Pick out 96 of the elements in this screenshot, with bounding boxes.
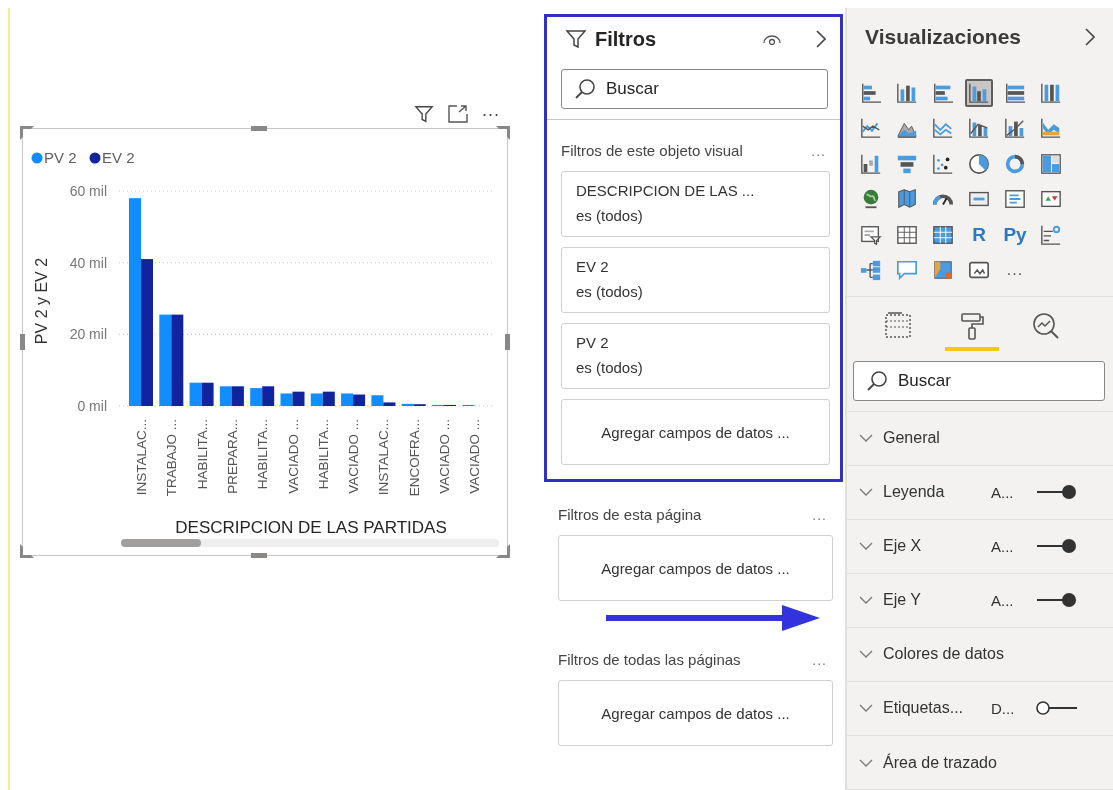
x-tick-label: HABILITA... xyxy=(315,419,331,490)
filter-condition: es (todos) xyxy=(576,359,644,376)
bar xyxy=(280,393,293,406)
resize-handle[interactable] xyxy=(20,544,34,558)
x-tick-label: ENCOFRA... xyxy=(406,419,422,497)
bar xyxy=(262,386,275,406)
chevron-down-icon xyxy=(859,596,873,605)
pane-title: Filtros xyxy=(595,27,658,51)
toggle-switch[interactable] xyxy=(1035,700,1079,717)
filter-field-name: PV 2 xyxy=(576,334,610,351)
chevron-down-icon xyxy=(859,488,873,497)
bar xyxy=(219,386,232,406)
pane-title: Visualizaciones xyxy=(865,25,1022,50)
bar xyxy=(310,393,323,406)
add-fields-drop-zone[interactable]: Agregar campos de datos ... xyxy=(558,680,833,746)
filter-card[interactable]: PV 2 es (todos) xyxy=(561,323,830,389)
x-tick-label: INSTALAC... xyxy=(134,419,149,496)
add-fields-drop-zone[interactable]: Agregar campos de datos ... xyxy=(561,399,830,465)
filter-field-name: DESCRIPCION DE LAS ... xyxy=(576,182,756,199)
more-options-button[interactable]: ... xyxy=(482,101,500,127)
scrollbar-thumb[interactable] xyxy=(121,539,201,547)
y-axis-title: PV 2 y EV 2 xyxy=(33,257,50,345)
chevron-down-icon xyxy=(859,704,873,713)
x-axis-title: DESCRIPCION DE LAS PARTIDAS xyxy=(175,518,447,537)
search-icon xyxy=(866,369,888,392)
y-tick-label: 60 mil xyxy=(69,183,107,199)
chevron-right-icon[interactable] xyxy=(816,30,826,48)
script-visual-icon[interactable]: Py xyxy=(1001,221,1029,248)
resize-handle[interactable] xyxy=(496,126,510,140)
toggle-switch[interactable] xyxy=(1035,538,1079,555)
legend-label: PV 2 xyxy=(44,149,77,166)
legend-label: EV 2 xyxy=(102,149,135,166)
section-value: A... xyxy=(991,591,1015,609)
x-tick-label: VACIADO ... xyxy=(346,419,362,494)
section-label[interactable]: Eje Y xyxy=(883,591,981,610)
x-tick-label: VACIADO ... xyxy=(467,419,483,494)
filter-condition: es (todos) xyxy=(576,207,644,224)
fields-icon xyxy=(883,310,913,341)
section-value: D... xyxy=(991,700,1016,717)
section-label[interactable]: Colores de datos xyxy=(883,645,1004,664)
section-value: A... xyxy=(991,483,1015,501)
script-visual-icon[interactable]: R xyxy=(970,221,988,248)
y-tick-label: 20 mil xyxy=(69,326,107,343)
analytics-icon xyxy=(1031,310,1061,341)
search-field[interactable]: Buscar xyxy=(561,69,828,109)
filter-icon[interactable] xyxy=(565,28,587,50)
x-tick-label: TRABAJO ... xyxy=(164,419,180,497)
resize-handle[interactable] xyxy=(496,544,510,558)
y-tick-label: 40 mil xyxy=(69,254,107,271)
search-field[interactable]: Buscar xyxy=(853,360,1105,401)
toggle-switch[interactable] xyxy=(1035,484,1079,501)
section-label[interactable]: Eje X xyxy=(883,537,981,556)
section-label[interactable]: General xyxy=(883,429,940,448)
bar xyxy=(250,388,263,406)
resize-handle[interactable] xyxy=(505,334,510,350)
add-fields-drop-zone[interactable]: Agregar campos de datos ... xyxy=(558,535,833,601)
x-tick-label: VACIADO ... xyxy=(285,419,301,494)
more-visuals-button[interactable]: ... xyxy=(1006,261,1024,280)
resize-handle[interactable] xyxy=(20,126,34,140)
x-tick-label: INSTALAC... xyxy=(376,419,392,496)
search-icon xyxy=(574,78,596,100)
filter-card[interactable]: DESCRIPCION DE LAS ... es (todos) xyxy=(561,171,830,237)
x-tick-label: VACIADO ... xyxy=(437,419,452,494)
chevron-right-icon[interactable] xyxy=(1085,28,1095,47)
resize-handle[interactable] xyxy=(251,553,267,558)
column-chart-icon[interactable] xyxy=(965,78,993,107)
x-tick-label: HABILITA... xyxy=(194,419,210,490)
resize-handle[interactable] xyxy=(20,334,25,350)
filter-card[interactable]: EV 2 es (todos) xyxy=(561,247,830,313)
x-tick-label: HABILITA... xyxy=(255,419,271,490)
resize-handle[interactable] xyxy=(251,126,267,131)
filter-condition: es (todos) xyxy=(576,283,644,300)
chevron-down-icon xyxy=(859,758,873,767)
chevron-down-icon xyxy=(859,542,873,551)
section-label[interactable]: Leyenda xyxy=(883,483,981,502)
section-value: A... xyxy=(991,537,1015,555)
x-tick-label: PREPARA... xyxy=(224,419,240,494)
more-options-button[interactable]: ... xyxy=(812,651,827,668)
eye-icon[interactable] xyxy=(762,33,782,45)
more-options-button[interactable]: ... xyxy=(811,142,826,159)
section-label[interactable]: Área de trazado xyxy=(883,753,997,772)
section-title: Filtros de esta página xyxy=(558,506,702,523)
section-label[interactable]: Etiquetas... xyxy=(883,699,981,718)
expand-icon[interactable] xyxy=(448,105,468,123)
bar xyxy=(353,394,366,406)
more-options-button[interactable]: ... xyxy=(812,506,827,523)
y-tick-label: 0 mil xyxy=(77,398,107,414)
bar xyxy=(341,393,354,406)
filter-field-name: EV 2 xyxy=(576,258,610,275)
chevron-down-icon xyxy=(859,650,873,659)
toggle-switch[interactable] xyxy=(1035,592,1079,609)
filter-icon[interactable] xyxy=(414,104,434,124)
section-title: Filtros de este objeto visual xyxy=(561,142,743,159)
chevron-down-icon xyxy=(859,434,873,443)
bar xyxy=(189,382,202,406)
section-title: Filtros de todas las páginas xyxy=(558,651,741,668)
